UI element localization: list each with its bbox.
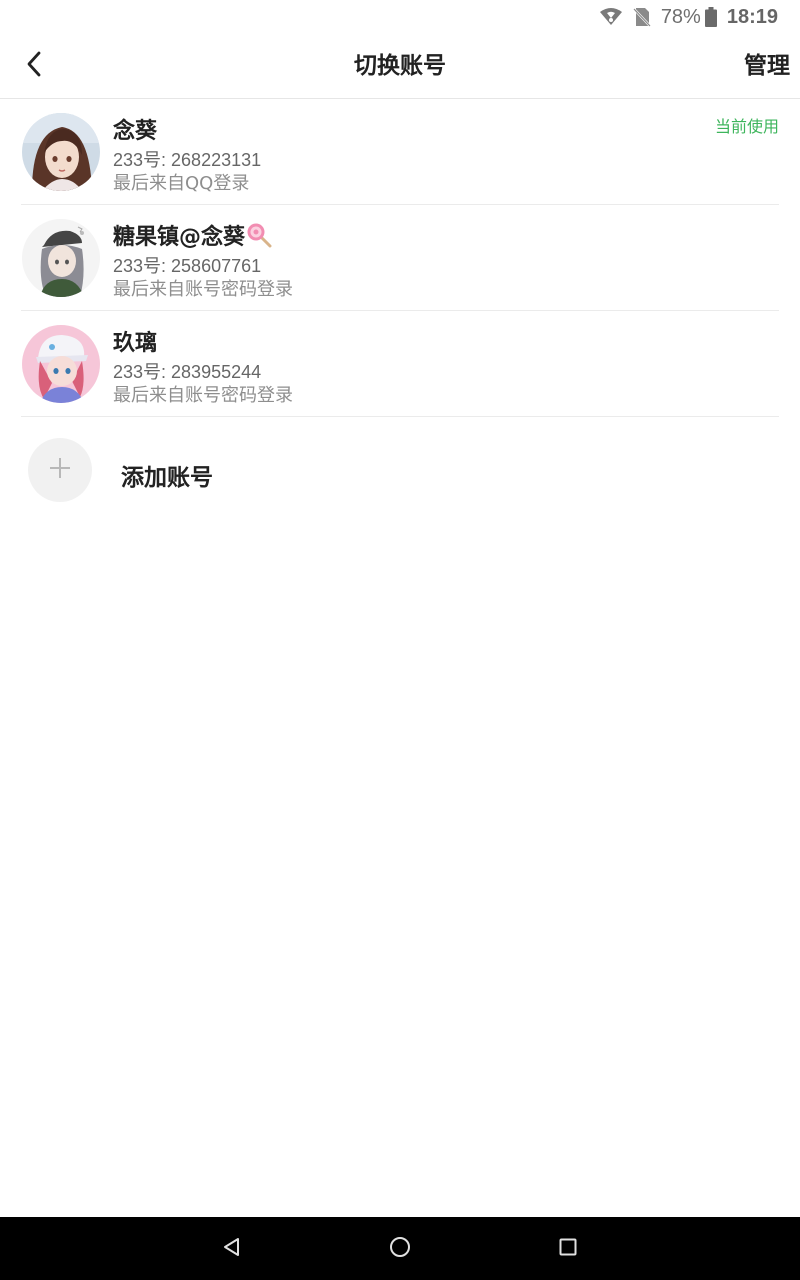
account-list: 念葵 233号: 268223131 最后来自QQ登录 当前使用 糖果镇@念葵 …: [0, 99, 800, 417]
screen: 78% 18:19 切换账号 管理 念葵 233号: 268223131 最后来…: [0, 0, 800, 1280]
wifi-icon: [599, 7, 623, 27]
battery-icon: [704, 7, 717, 27]
nav-recents-button[interactable]: [552, 1233, 584, 1265]
top-app-bar: 切换账号 管理: [0, 34, 800, 99]
back-arrow-icon: [25, 50, 43, 82]
nav-back-button[interactable]: [216, 1233, 248, 1265]
last-login-source: 最后来自QQ登录: [113, 173, 250, 194]
avatar: [22, 325, 100, 403]
no-sim-icon: [632, 7, 651, 27]
last-login-source: 最后来自账号密码登录: [113, 385, 293, 406]
nav-recents-icon: [557, 1236, 579, 1262]
page-title: 切换账号: [354, 53, 446, 79]
nav-home-icon: [388, 1235, 412, 1263]
add-account-label: 添加账号: [121, 465, 213, 491]
current-use-badge: 当前使用: [714, 117, 779, 136]
account-item[interactable]: 糖果镇@念葵 233号: 258607761 最后来自账号密码登录: [21, 205, 779, 311]
status-bar: 78% 18:19: [0, 0, 800, 34]
system-navigation-bar: [0, 1217, 800, 1280]
clock-time: 18:19: [726, 5, 778, 28]
account-item[interactable]: 念葵 233号: 268223131 最后来自QQ登录 当前使用: [21, 99, 779, 205]
nav-home-button[interactable]: [384, 1233, 416, 1265]
avatar: [22, 113, 100, 191]
last-login-source: 最后来自账号密码登录: [113, 279, 293, 300]
add-account-circle: [28, 438, 92, 502]
account-name: 糖果镇@念葵: [113, 225, 246, 250]
nav-back-icon: [221, 1236, 243, 1262]
avatar: [22, 219, 100, 297]
battery-percent: 78%: [660, 5, 701, 28]
plus-icon: [48, 456, 72, 484]
back-button[interactable]: [16, 46, 52, 86]
manage-button[interactable]: 管理: [744, 34, 790, 98]
account-name: 玖璃: [113, 331, 158, 356]
lollipop-icon: [246, 222, 272, 248]
account-name-row: 糖果镇@念葵: [113, 219, 272, 251]
add-account-button[interactable]: 添加账号: [21, 422, 421, 516]
account-name: 念葵: [113, 119, 158, 144]
account-item[interactable]: 玖璃 233号: 283955244 最后来自账号密码登录: [21, 311, 779, 417]
